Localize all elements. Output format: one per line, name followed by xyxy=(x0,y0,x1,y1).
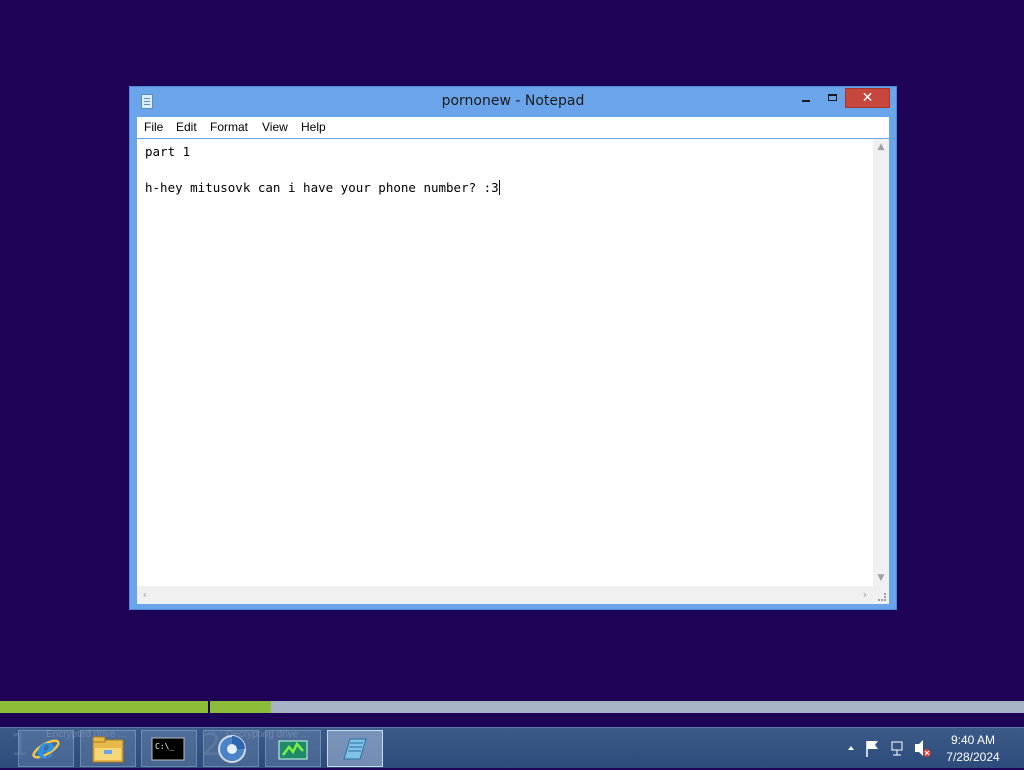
text-editor[interactable]: part 1 h-hey mitusovk can i have your pho… xyxy=(137,139,889,604)
taskbar-notepad[interactable] xyxy=(327,730,383,767)
progress-bar-1 xyxy=(0,701,208,713)
scroll-right-icon[interactable]: › xyxy=(857,586,873,604)
scroll-up-icon[interactable]: ▲ xyxy=(873,139,889,155)
menu-edit[interactable]: Edit xyxy=(176,120,197,134)
progress-fill-1 xyxy=(0,701,208,713)
resize-grip-icon[interactable] xyxy=(873,586,889,604)
horizontal-scrollbar[interactable]: ‹ › xyxy=(137,586,873,604)
svg-text:e: e xyxy=(37,732,55,765)
system-tray xyxy=(848,740,931,757)
window-title: pornonew - Notepad xyxy=(441,93,585,109)
clock-time[interactable]: 9:40 AM xyxy=(945,733,1001,747)
menu-bar: File Edit Format View Help xyxy=(137,117,889,138)
menu-view[interactable]: View xyxy=(262,120,288,134)
svg-text:C:\_: C:\_ xyxy=(155,742,174,751)
text-line: h-hey mitusovk can i have your phone num… xyxy=(145,179,500,197)
minimize-icon xyxy=(802,100,810,102)
document-text[interactable]: part 1 h-hey mitusovk can i have your pho… xyxy=(145,143,500,197)
browser-icon xyxy=(218,735,246,763)
text-line-content: h-hey mitusovk can i have your phone num… xyxy=(145,180,499,195)
taskbar-internet-explorer[interactable]: e xyxy=(18,730,74,767)
clock-date[interactable]: 7/28/2024 xyxy=(940,750,1006,764)
text-caret xyxy=(498,180,500,195)
notepad-window[interactable]: pornonew - Notepad ✕ File Edit Format Vi… xyxy=(129,86,897,610)
title-bar[interactable]: pornonew - Notepad ✕ xyxy=(130,87,896,117)
maximize-button[interactable] xyxy=(819,89,845,109)
task-manager-icon xyxy=(278,740,308,760)
taskbar-command-prompt[interactable]: C:\_ xyxy=(141,730,197,767)
menu-help[interactable]: Help xyxy=(301,120,326,134)
internet-explorer-icon: e xyxy=(32,732,60,765)
scroll-left-icon[interactable]: ‹ xyxy=(137,586,153,604)
progress-bar-2 xyxy=(210,701,1024,713)
network-icon xyxy=(891,741,903,751)
taskbar-task-manager[interactable] xyxy=(265,730,321,767)
text-line xyxy=(145,161,500,179)
scroll-down-icon[interactable]: ▼ xyxy=(873,570,889,586)
progress-fill-2 xyxy=(210,701,272,713)
maximize-icon xyxy=(828,94,837,101)
close-button[interactable]: ✕ xyxy=(845,88,890,108)
menu-file[interactable]: File xyxy=(144,120,163,134)
taskbar-file-explorer[interactable] xyxy=(80,730,136,767)
text-line: part 1 xyxy=(145,144,191,159)
menu-format[interactable]: Format xyxy=(210,120,248,134)
command-prompt-icon: C:\_ xyxy=(151,737,185,761)
vertical-scrollbar[interactable]: ▲ ▼ xyxy=(873,139,889,586)
volume-muted-icon xyxy=(915,740,923,756)
file-explorer-icon xyxy=(92,736,124,763)
taskbar: 1 Encrypted drive ... 2 Decrypting drive… xyxy=(0,727,1024,768)
taskbar-browser[interactable] xyxy=(203,730,259,767)
minimize-button[interactable] xyxy=(793,89,819,109)
progress-track-2 xyxy=(210,701,1024,713)
notepad-icon xyxy=(343,738,367,760)
close-icon: ✕ xyxy=(861,90,874,106)
show-hidden-icons-icon xyxy=(848,746,854,750)
